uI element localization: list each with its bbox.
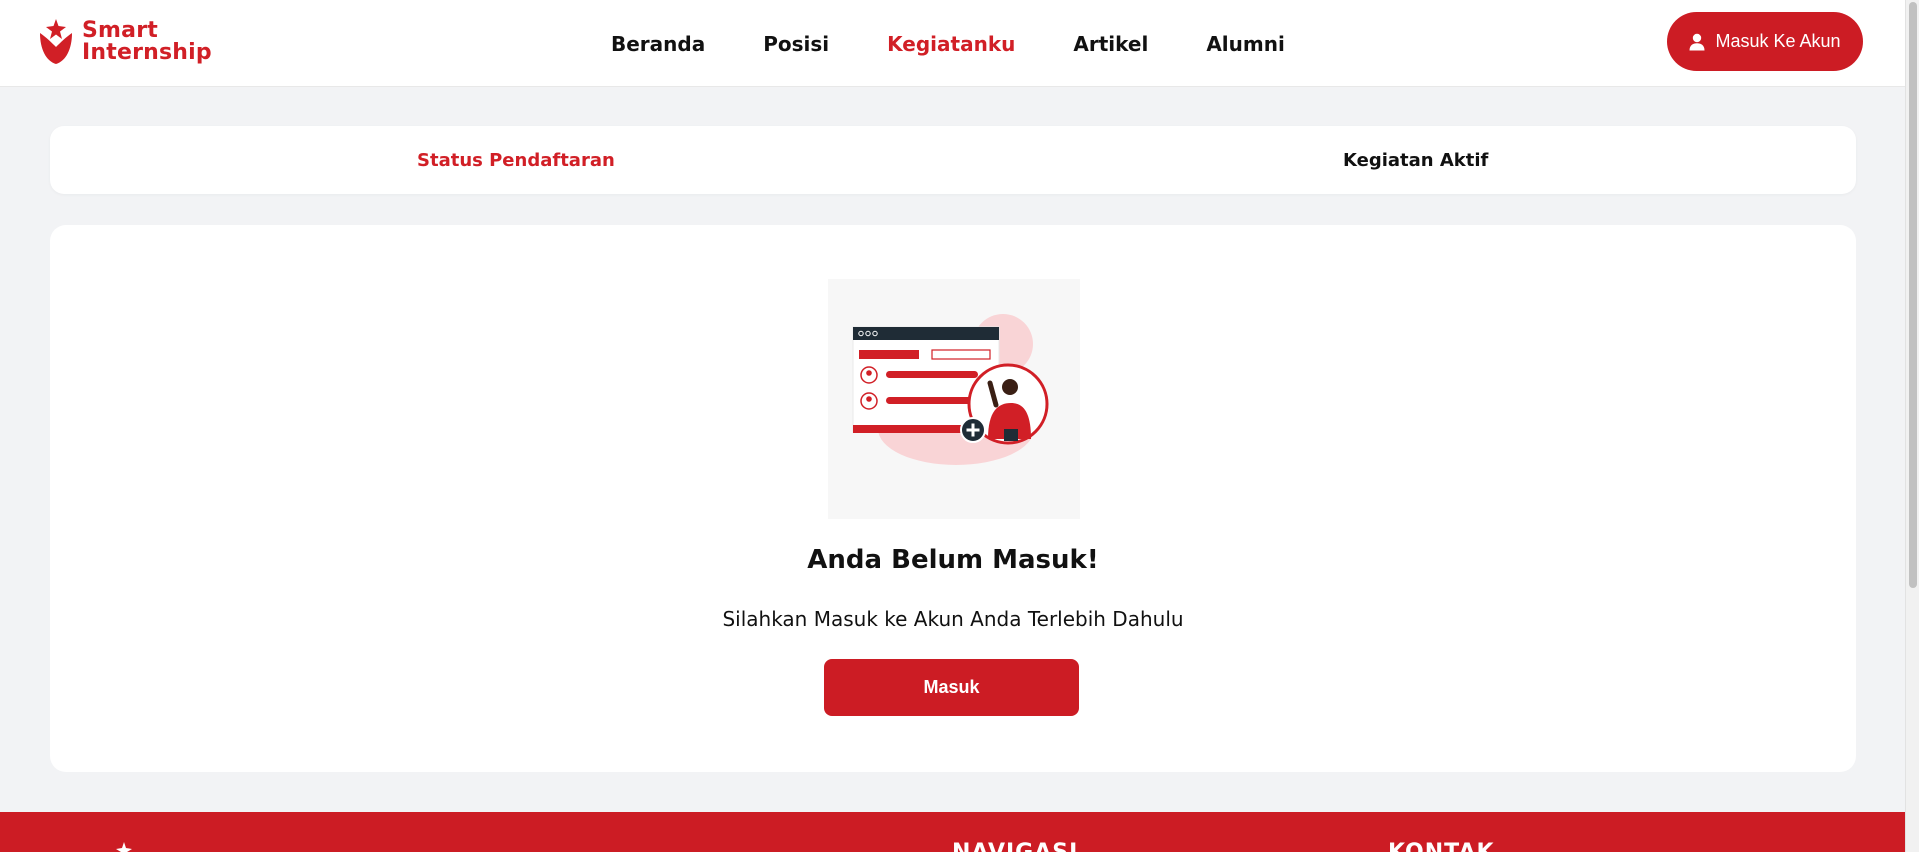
brand-logo[interactable]: Smart Internship bbox=[38, 18, 212, 66]
site-footer: NAVIGASI KONTAK bbox=[0, 812, 1905, 852]
nav-artikel[interactable]: Artikel bbox=[1073, 32, 1148, 56]
nav-posisi[interactable]: Posisi bbox=[763, 32, 829, 56]
empty-state-subtitle: Silahkan Masuk ke Akun Anda Terlebih Dah… bbox=[722, 607, 1184, 631]
brand-name: Smart Internship bbox=[82, 18, 212, 65]
tab-kegiatan-aktif[interactable]: Kegiatan Aktif bbox=[1343, 126, 1488, 194]
empty-state-card: Anda Belum Masuk! Silahkan Masuk ke Akun… bbox=[50, 225, 1856, 772]
login-account-label: Masuk Ke Akun bbox=[1715, 31, 1841, 51]
scrollbar-thumb[interactable] bbox=[1909, 2, 1917, 588]
nav-beranda[interactable]: Beranda bbox=[611, 32, 705, 56]
masuk-button[interactable]: Masuk bbox=[824, 659, 1079, 716]
empty-state-title: Anda Belum Masuk! bbox=[807, 545, 1099, 575]
login-account-button[interactable]: Masuk Ke Akun bbox=[1667, 12, 1863, 71]
page-scrollbar[interactable] bbox=[1905, 0, 1919, 852]
tulip-logo-icon bbox=[40, 19, 72, 64]
footer-heading-navigasi: NAVIGASI bbox=[952, 840, 1078, 852]
activity-tabs: Status Pendaftaran Kegiatan Aktif bbox=[50, 126, 1856, 194]
nav-kegiatanku[interactable]: Kegiatanku bbox=[887, 32, 1015, 56]
top-navbar: Smart Internship Beranda Posisi Kegiatan… bbox=[0, 0, 1905, 87]
main-nav: Beranda Posisi Kegiatanku Artikel Alumni bbox=[611, 0, 1343, 87]
user-icon bbox=[1689, 33, 1705, 51]
login-required-illustration bbox=[828, 279, 1080, 519]
footer-logo-icon bbox=[116, 842, 132, 852]
tab-status-pendaftaran[interactable]: Status Pendaftaran bbox=[417, 126, 615, 194]
footer-heading-kontak: KONTAK bbox=[1388, 840, 1495, 852]
nav-alumni[interactable]: Alumni bbox=[1206, 32, 1285, 56]
